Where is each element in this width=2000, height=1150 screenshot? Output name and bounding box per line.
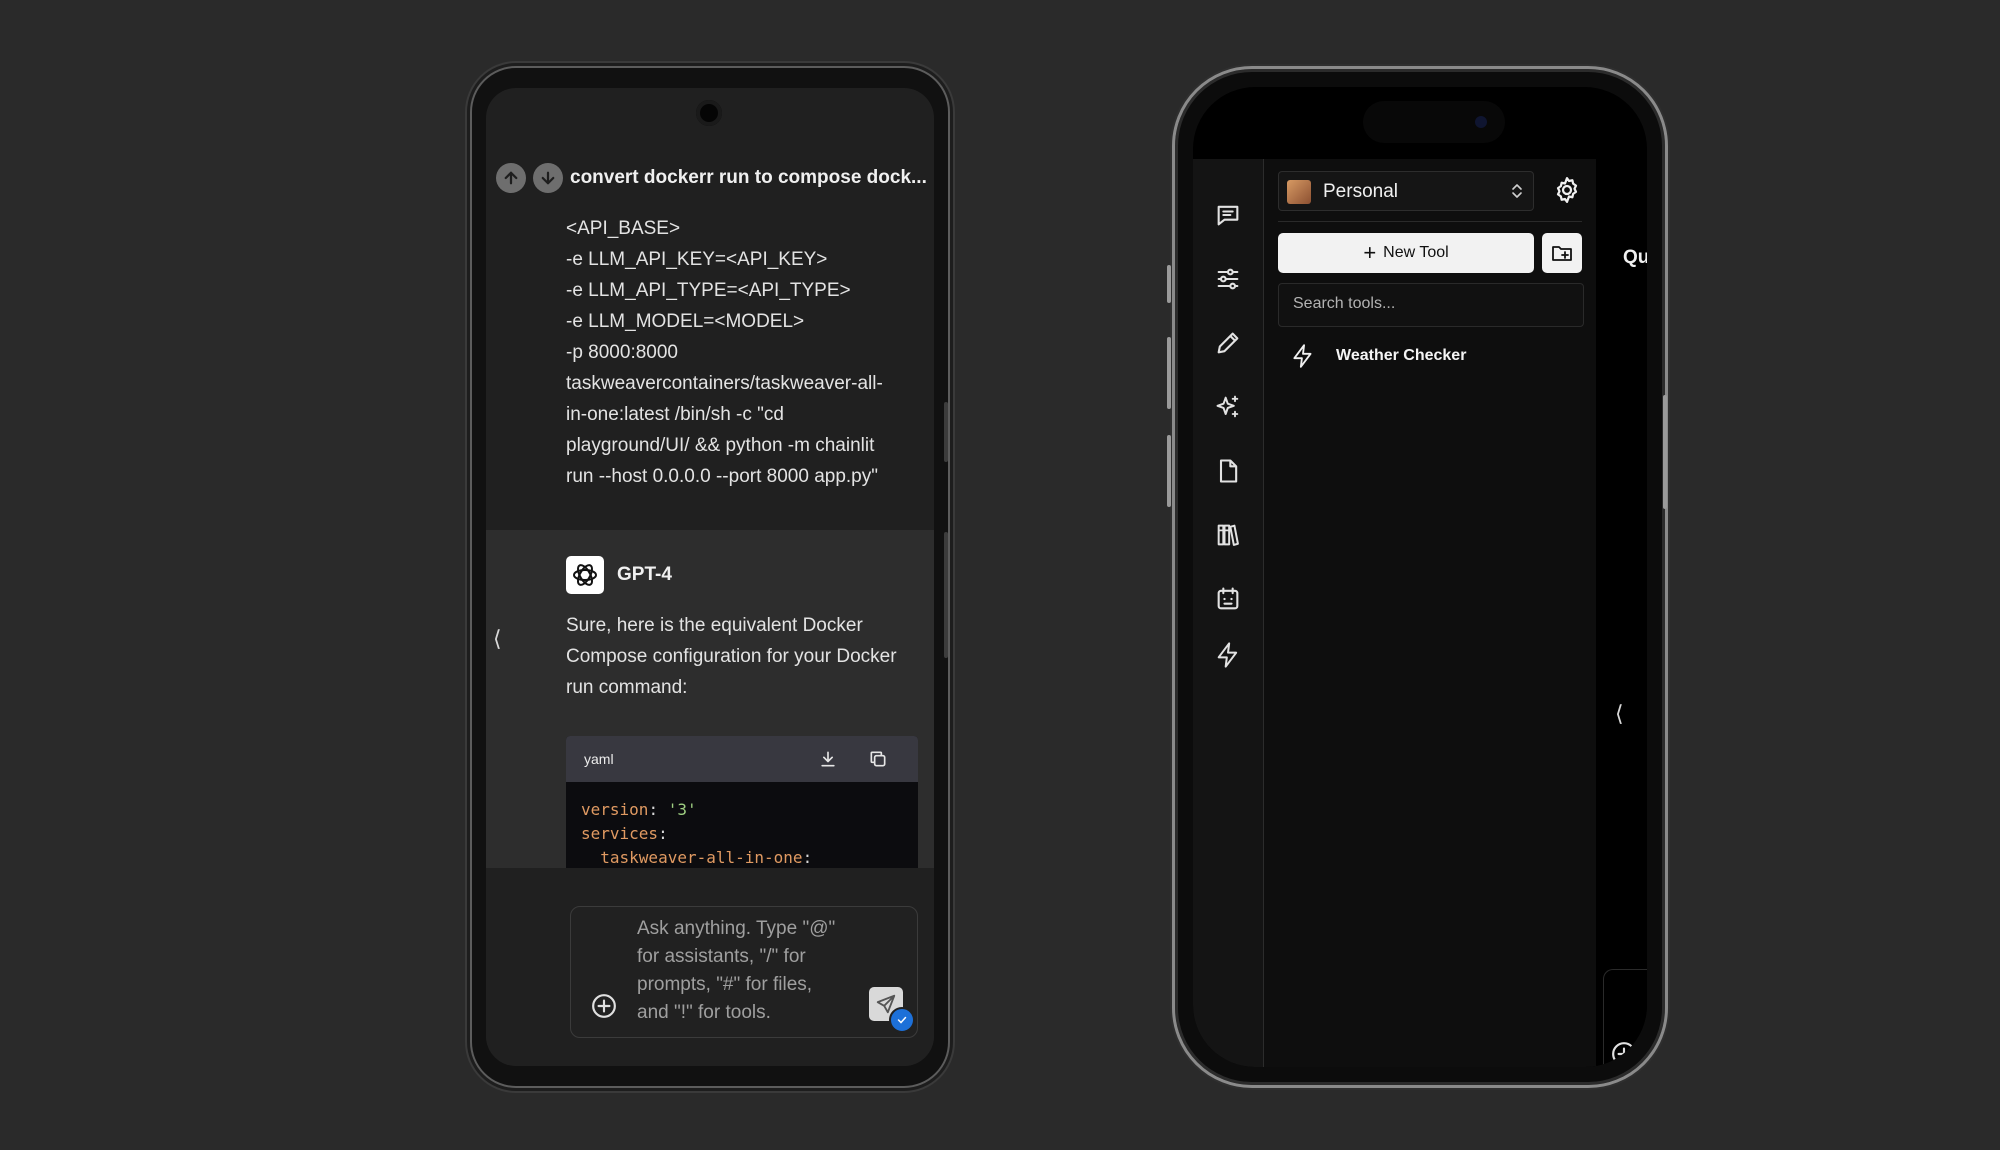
side-button xyxy=(1663,395,1667,509)
download-icon[interactable] xyxy=(818,749,838,769)
file-icon[interactable] xyxy=(1214,457,1242,485)
new-tool-label: New Tool xyxy=(1383,244,1449,261)
collapse-sidebar-button[interactable]: ⟨ xyxy=(493,626,502,652)
user-message-line: in-one:latest /bin/sh -c "cd xyxy=(566,404,784,425)
code-line: services: xyxy=(581,824,668,843)
user-message-line: taskweavercontainers/taskweaver-all- xyxy=(566,373,883,394)
code-line: taskweaver-all-in-one: xyxy=(581,848,813,867)
collapse-sidebar-button[interactable]: ⟨ xyxy=(1615,701,1624,727)
code-language: yaml xyxy=(584,751,614,767)
chat-title: convert dockerr run to compose dock... xyxy=(570,167,927,188)
workspace-select[interactable]: Personal xyxy=(1278,171,1534,211)
code-block: yaml version: '3' services: taskweaver-a… xyxy=(566,736,918,886)
volume-down-button xyxy=(1167,435,1171,507)
add-circle-icon[interactable] xyxy=(591,993,617,1019)
chat-input-area: Ask anything. Type "@" for assistants, "… xyxy=(486,868,934,1066)
volume-button xyxy=(944,402,948,462)
chat-header: convert dockerr run to compose dock... xyxy=(486,150,934,206)
scroll-down-button[interactable] xyxy=(533,163,563,193)
scroll-up-button[interactable] xyxy=(496,163,526,193)
bolt-icon[interactable] xyxy=(1214,641,1242,669)
workspace-avatar xyxy=(1287,180,1311,204)
sidebar-rail xyxy=(1193,159,1264,1067)
left-phone-frame: convert dockerr run to compose dock... <… xyxy=(470,66,950,1088)
chat-title-cutoff: Qu xyxy=(1623,247,1647,268)
front-camera xyxy=(696,100,722,126)
left-phone-screen: convert dockerr run to compose dock... <… xyxy=(486,88,934,1066)
check-badge-icon xyxy=(889,1007,915,1033)
dynamic-island xyxy=(1363,101,1505,143)
library-icon[interactable] xyxy=(1214,521,1242,549)
power-button xyxy=(944,532,948,658)
volume-up-button xyxy=(1167,337,1171,409)
user-message-line: <API_BASE> xyxy=(566,218,681,239)
openai-logo-icon xyxy=(566,556,604,594)
user-message-line: playground/UI/ && python -m chainlit xyxy=(566,435,875,456)
search-input[interactable] xyxy=(1279,284,1583,324)
sparkles-icon[interactable] xyxy=(1214,393,1242,421)
code-line: version: '3' xyxy=(581,800,697,819)
user-message-line: -e LLM_API_TYPE=<API_TYPE> xyxy=(566,280,851,301)
chevron-up-down-icon xyxy=(1512,184,1522,198)
tools-panel: Personal + New Tool Search tools... Weat… xyxy=(1264,159,1596,1067)
main-chat-region: Qu ⟨ xyxy=(1597,159,1647,1067)
pencil-icon[interactable] xyxy=(1214,329,1242,357)
code-block-header: yaml xyxy=(566,736,918,782)
copy-icon[interactable] xyxy=(868,749,888,769)
user-message-line: run --host 0.0.0.0 --port 8000 app.py" xyxy=(566,466,878,487)
assistant-message: ⟨ GPT-4 Sure, here is the equivalent Doc… xyxy=(486,530,934,886)
arrow-up-icon xyxy=(504,171,518,185)
assistant-icon[interactable] xyxy=(1214,585,1242,613)
sliders-icon[interactable] xyxy=(1214,265,1242,293)
tool-item-weather-checker[interactable]: Weather Checker xyxy=(1278,333,1582,377)
gear-icon[interactable] xyxy=(1552,175,1582,205)
action-button xyxy=(1167,265,1171,303)
chat-icon[interactable] xyxy=(1214,201,1242,229)
add-circle-icon[interactable] xyxy=(1611,1041,1637,1067)
front-camera xyxy=(1475,116,1487,128)
bolt-icon xyxy=(1293,344,1312,368)
assistant-name: GPT-4 xyxy=(617,564,672,585)
panel-divider xyxy=(1278,221,1582,222)
new-tool-button[interactable]: + New Tool xyxy=(1278,233,1534,273)
workspace-name: Personal xyxy=(1323,181,1398,202)
openai-knot-icon xyxy=(573,564,597,586)
search-tools xyxy=(1278,283,1584,327)
arrow-down-icon xyxy=(541,171,555,185)
right-phone-frame: Personal + New Tool Search tools... Weat… xyxy=(1167,66,1668,1088)
folder-plus-icon xyxy=(1552,246,1572,261)
tool-name: Weather Checker xyxy=(1336,347,1467,364)
user-message-line: -p 8000:8000 xyxy=(566,342,678,363)
user-message-line: -e LLM_MODEL=<MODEL> xyxy=(566,311,805,332)
chat-input-placeholder: Ask anything. Type "@" for assistants, "… xyxy=(637,918,836,1023)
chat-input[interactable]: Ask anything. Type "@" for assistants, "… xyxy=(570,906,918,1038)
new-folder-button[interactable] xyxy=(1542,233,1582,273)
assistant-text: Sure, here is the equivalent Docker Comp… xyxy=(566,615,897,698)
right-phone-screen: Personal + New Tool Search tools... Weat… xyxy=(1193,87,1647,1067)
plus-icon: + xyxy=(1363,240,1377,265)
user-message-line: -e LLM_API_KEY=<API_KEY> xyxy=(566,249,828,270)
user-message: <API_BASE> -e LLM_API_KEY=<API_KEY> -e L… xyxy=(486,206,934,530)
